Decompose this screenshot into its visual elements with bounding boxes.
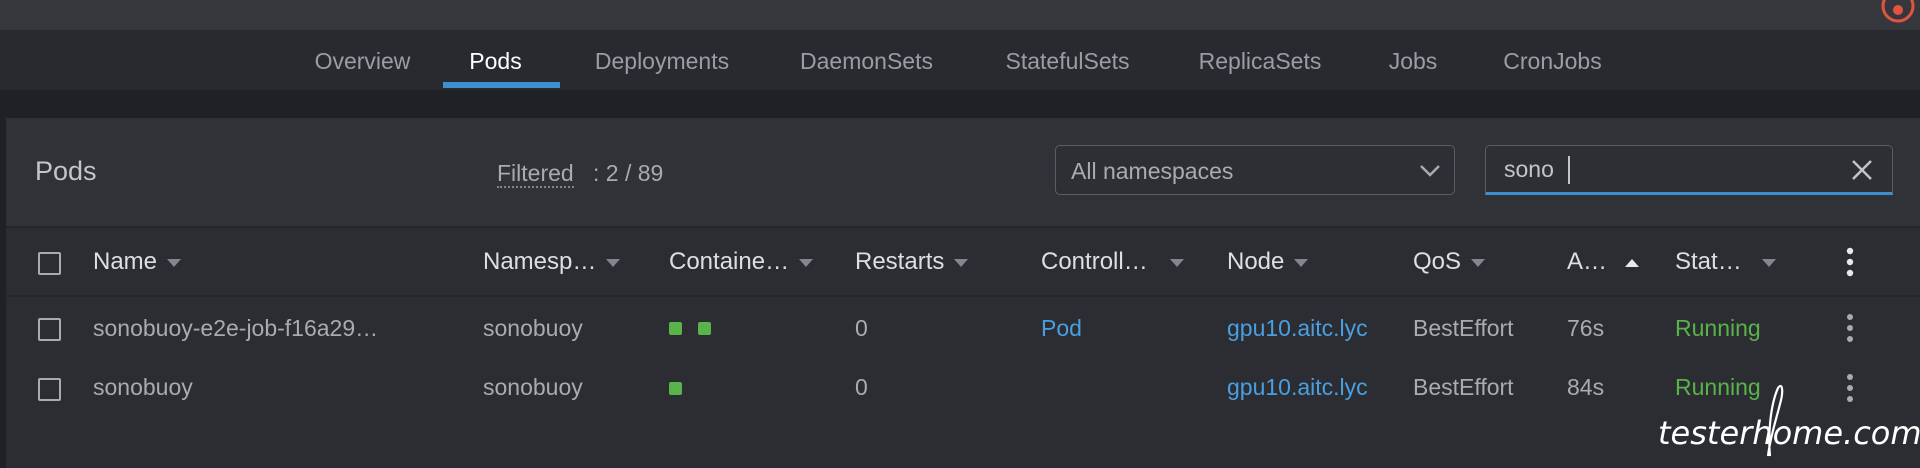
tab-jobs[interactable]: Jobs [1382,30,1444,90]
pod-age: 76s [1567,315,1605,341]
active-tab-indicator [443,82,560,88]
workloads-tab-bar: Overview Pods Deployments DaemonSets Sta… [0,30,1920,90]
column-header-node[interactable]: Node [1227,232,1309,292]
namespace-select[interactable]: All namespaces [1055,145,1455,195]
caret-down-icon [1761,258,1776,267]
column-header-label: Stat… [1675,248,1742,275]
column-header-label: Node [1227,248,1285,275]
pod-name: sonobuoy-e2e-job-f16a29… [93,315,379,341]
kebab-menu-icon[interactable] [1845,247,1855,277]
row-checkbox[interactable] [38,378,61,401]
caret-down-icon [1169,258,1184,267]
column-header-label: Name [93,248,158,275]
pod-node-link[interactable]: gpu10.aitc.lyc [1227,308,1368,348]
tab-overview[interactable]: Overview [311,30,414,90]
watermark-text: testerhome.com [1658,414,1920,452]
column-header-age[interactable]: A… [1567,232,1640,292]
column-header-status[interactable]: Stat… [1675,232,1776,292]
caret-down-icon [799,258,814,267]
top-bar [0,0,1920,30]
caret-up-icon [1625,258,1640,267]
column-header-qos[interactable]: QoS [1413,232,1486,292]
tab-pods[interactable]: Pods [458,30,533,90]
column-header-label: A… [1567,248,1608,275]
tab-replicasets[interactable]: ReplicaSets [1192,30,1328,90]
pod-restarts: 0 [855,315,868,341]
search-input[interactable] [1486,146,1844,192]
column-header-label: Containe… [669,248,790,275]
caret-down-icon [1294,258,1309,267]
search-box [1485,145,1893,195]
column-header-containers[interactable]: Containe… [669,232,814,292]
kebab-menu-icon[interactable] [1845,313,1855,343]
pod-status: Running [1675,315,1761,341]
tab-daemonsets[interactable]: DaemonSets [793,30,940,90]
tab-statefulsets[interactable]: StatefulSets [996,30,1139,90]
text-cursor [1568,156,1570,184]
panel-header: Pods Filtered : 2 / 89 All namespaces [6,118,1920,228]
column-header-label: QoS [1413,248,1462,275]
pods-panel: Pods Filtered : 2 / 89 All namespaces [6,118,1920,468]
pod-qos: BestEffort [1413,315,1514,341]
page-title: Pods [35,156,97,186]
pod-age: 84s [1567,374,1605,400]
close-icon[interactable] [1850,158,1874,182]
column-header-label: Controll… [1041,248,1148,275]
caret-down-icon [1471,258,1486,267]
pod-controlled-by-link[interactable]: Pod [1041,308,1082,348]
filter-count: : 2 / 89 [593,160,664,186]
caret-down-icon [167,258,182,267]
pod-name: sonobuoy [93,374,193,400]
container-status-dot [698,322,711,335]
namespace-select-value: All namespaces [1071,158,1234,184]
column-header-label: Namesp… [483,248,597,275]
tab-deployments[interactable]: Deployments [587,30,737,90]
pod-node-link[interactable]: gpu10.aitc.lyc [1227,367,1368,407]
column-header-name[interactable]: Name [93,232,182,292]
caret-down-icon [606,258,621,267]
column-header-restarts[interactable]: Restarts [855,232,969,292]
container-status-dot [669,382,682,395]
filter-label[interactable]: Filtered [497,160,574,188]
chevron-down-icon [1420,165,1440,177]
table-header-divider [6,295,1920,297]
pod-restarts: 0 [855,374,868,400]
watermark: testerhome.com [1658,384,1920,457]
row-checkbox[interactable] [38,318,61,341]
avatar-icon[interactable] [1880,0,1916,24]
select-all-checkbox[interactable] [38,252,61,275]
pod-namespace: sonobuoy [483,374,583,400]
column-header-namespace[interactable]: Namesp… [483,232,621,292]
container-status-dot [669,322,682,335]
column-header-controlled-by[interactable]: Controll… [1041,232,1184,292]
pod-namespace: sonobuoy [483,315,583,341]
pod-qos: BestEffort [1413,374,1514,400]
column-header-label: Restarts [855,248,945,275]
tab-cronjobs[interactable]: CronJobs [1496,30,1609,90]
caret-down-icon [954,258,969,267]
